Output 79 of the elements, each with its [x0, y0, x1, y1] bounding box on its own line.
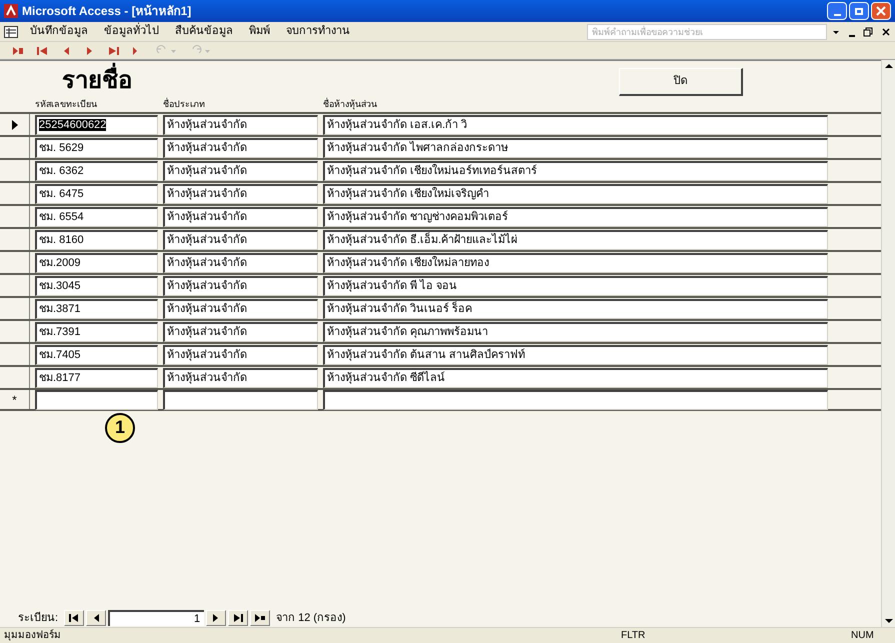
- registration-field[interactable]: ชม. 6554: [35, 206, 158, 226]
- menu-item[interactable]: พิมพ์: [249, 23, 270, 40]
- vertical-scrollbar[interactable]: [881, 60, 895, 627]
- type-field[interactable]: ห้างหุ้นส่วนจำกัด: [163, 252, 318, 272]
- help-search-field[interactable]: พิมพ์คำถามเพื่อขอความช่วยเ: [587, 24, 827, 40]
- record-total: จาก 12 (กรอง): [276, 610, 346, 626]
- minimize-button[interactable]: [827, 2, 847, 20]
- menu-item[interactable]: ข้อมูลทั่วไป: [104, 23, 159, 40]
- column-header: รหัสเลขทะเบียน: [35, 98, 98, 111]
- registration-field[interactable]: ชม. 5629: [35, 138, 158, 158]
- registration-field[interactable]: ชม.2009: [35, 252, 158, 272]
- type-field[interactable]: ห้างหุ้นส่วนจำกัด: [163, 230, 318, 250]
- type-field[interactable]: ห้างหุ้นส่วนจำกัด: [163, 276, 318, 296]
- new-record-icon[interactable]: [12, 44, 24, 56]
- type-field[interactable]: ห้างหุ้นส่วนจำกัด: [163, 344, 318, 364]
- partnership-name-field[interactable]: [323, 390, 828, 410]
- app-icon: [4, 4, 18, 18]
- partnership-name-field[interactable]: ห้างหุ้นส่วนจำกัด พี ไอ จอน: [323, 276, 828, 296]
- record-number-field[interactable]: 1: [108, 610, 204, 626]
- last-record-button[interactable]: [228, 610, 248, 626]
- partnership-name-field[interactable]: ห้างหุ้นส่วนจำกัด ต้นสาน สานศิลป์คราฟท์: [323, 344, 828, 364]
- registration-field[interactable]: ชม. 6362: [35, 160, 158, 180]
- first-record-button[interactable]: [64, 610, 84, 626]
- registration-field[interactable]: ชม.7405: [35, 344, 158, 364]
- registration-field[interactable]: ชม.3045: [35, 276, 158, 296]
- type-field[interactable]: ห้างหุ้นส่วนจำกัด: [163, 160, 318, 180]
- menu-item[interactable]: สืบค้นข้อมูล: [175, 23, 233, 40]
- last-record-icon: [232, 613, 244, 623]
- registration-field[interactable]: ชม.8177: [35, 368, 158, 388]
- registration-field[interactable]: ชม.7391: [35, 322, 158, 342]
- column-header: ชื่อประเภท: [163, 98, 206, 111]
- type-field[interactable]: ห้างหุ้นส่วนจำกัด: [163, 184, 318, 204]
- menu-item[interactable]: บันทึกข้อมูล: [30, 23, 88, 40]
- window-title: Microsoft Access - [หน้าหลัก1]: [22, 3, 192, 20]
- menu-item[interactable]: จบการทำงาน: [286, 23, 350, 40]
- form-icon[interactable]: [4, 26, 18, 38]
- minimize-icon[interactable]: [849, 34, 855, 36]
- close-form-button[interactable]: ปิด: [619, 68, 743, 96]
- registration-field[interactable]: 25254600622: [35, 114, 158, 134]
- callout-badge: 1: [105, 412, 135, 442]
- type-field[interactable]: ห้างหุ้นส่วนจำกัด: [163, 322, 318, 342]
- type-field[interactable]: ห้างหุ้นส่วนจำกัด: [163, 206, 318, 226]
- type-field[interactable]: ห้างหุ้นส่วนจำกัด: [163, 114, 318, 134]
- type-field[interactable]: ห้างหุ้นส่วนจำกัด: [163, 368, 318, 388]
- next-record-button[interactable]: [206, 610, 226, 626]
- restore-button[interactable]: [849, 2, 869, 20]
- status-indicator: FLTR: [621, 629, 646, 643]
- partnership-name-field[interactable]: ห้างหุ้นส่วนจำกัด ชาญช่างคอมพิวเตอร์: [323, 206, 828, 226]
- partnership-name-field[interactable]: ห้างหุ้นส่วนจำกัด คุณภาพพร้อมนา: [323, 322, 828, 342]
- partnership-name-field[interactable]: ห้างหุ้นส่วนจำกัด ไพศาลกล่องกระดาษ: [323, 138, 828, 158]
- new-record-icon: [254, 613, 266, 623]
- x-icon: [876, 6, 886, 16]
- partnership-name-field[interactable]: ห้างหุ้นส่วนจำกัด เอส.เค.ก้า วิ: [323, 114, 828, 134]
- first-record-icon[interactable]: [36, 44, 48, 56]
- partnership-name-field[interactable]: ห้างหุ้นส่วนจำกัด ซีดีไลน์: [323, 368, 828, 388]
- new-record-button[interactable]: [250, 610, 270, 626]
- registration-field[interactable]: ชม. 6475: [35, 184, 158, 204]
- close-button[interactable]: [871, 2, 891, 20]
- partnership-name-field[interactable]: ห้างหุ้นส่วนจำกัด เชียงใหม่นอร์ทเทอร์นสตาร์: [323, 160, 828, 180]
- restore-icon[interactable]: [863, 26, 873, 36]
- last-record-icon[interactable]: [108, 44, 120, 56]
- registration-field[interactable]: ชม.3871: [35, 298, 158, 318]
- form-title: รายชื่อ: [62, 64, 132, 98]
- type-field[interactable]: [163, 390, 318, 410]
- type-field[interactable]: ห้างหุ้นส่วนจำกัด: [163, 138, 318, 158]
- column-header: ชื่อห้างหุ้นส่วน: [323, 98, 378, 112]
- first-record-icon: [68, 613, 80, 623]
- partnership-name-field[interactable]: ห้างหุ้นส่วนจำกัด เชียงใหม่ลายทอง: [323, 252, 828, 272]
- previous-record-button[interactable]: [86, 610, 106, 626]
- navigator-label: ระเบียน:: [18, 610, 58, 626]
- partnership-name-field[interactable]: ห้างหุ้นส่วนจำกัด เชียงใหม่เจริญคำ: [323, 184, 828, 204]
- status-text: มุมมองฟอร์ม: [4, 628, 62, 643]
- registration-field[interactable]: ชม. 8160: [35, 230, 158, 250]
- partnership-name-field[interactable]: ห้างหุ้นส่วนจำกัด ธี.เอ็ม.ค้าฝ้ายและไม้ไผ่: [323, 230, 828, 250]
- close-icon[interactable]: [881, 26, 891, 36]
- partnership-name-field[interactable]: ห้างหุ้นส่วนจำกัด วินเนอร์ ร็อค: [323, 298, 828, 318]
- type-field[interactable]: ห้างหุ้นส่วนจำกัด: [163, 298, 318, 318]
- status-indicator: NUM: [851, 629, 875, 643]
- registration-field[interactable]: [35, 390, 158, 410]
